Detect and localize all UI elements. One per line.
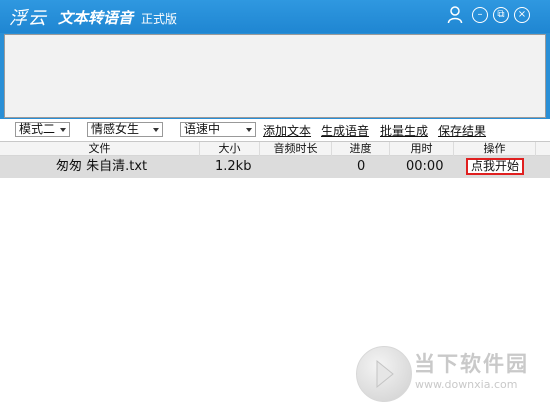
progress-value: 0	[357, 159, 366, 174]
text-input-area[interactable]	[4, 34, 546, 118]
file-name: 匆匆 朱自清.txt	[56, 159, 148, 174]
file-size: 1.2kb	[215, 159, 252, 174]
col-action[interactable]: 操作	[454, 142, 536, 156]
close-button[interactable]: ×	[514, 7, 530, 23]
batch-generate-link[interactable]: 批量生成	[380, 122, 428, 139]
watermark-logo-icon	[356, 346, 412, 402]
watermark-url: www.downxia.com	[415, 378, 518, 391]
voice-select[interactable]: 情感女生	[87, 122, 163, 137]
generate-speech-link[interactable]: 生成语音	[321, 122, 369, 139]
col-size[interactable]: 大小	[200, 142, 260, 156]
voice-select-value: 情感女生	[91, 122, 140, 136]
table-row[interactable]: 匆匆 朱自清.txt 1.2kb 0 00:00 点我开始	[0, 156, 550, 178]
save-result-link[interactable]: 保存结果	[438, 122, 486, 139]
col-progress[interactable]: 进度	[332, 142, 390, 156]
col-duration[interactable]: 音频时长	[260, 142, 332, 156]
chevron-down-icon	[246, 128, 252, 132]
app-logo: 浮云	[9, 8, 47, 29]
start-button[interactable]: 点我开始	[466, 158, 524, 175]
mode-select-value: 模式二	[19, 122, 56, 136]
speed-select[interactable]: 语速中	[180, 122, 256, 137]
add-text-link[interactable]: 添加文本	[263, 122, 311, 139]
chevron-down-icon	[60, 128, 66, 132]
chevron-down-icon	[153, 128, 159, 132]
minimize-button[interactable]: –	[472, 7, 488, 23]
table-header: 文件 大小 音频时长 进度 用时 操作	[0, 141, 550, 156]
restore-button[interactable]: ⧉	[493, 7, 509, 23]
toolbar: 模式二 情感女生 语速中 添加文本 生成语音 批量生成 保存结果	[0, 119, 550, 141]
col-time[interactable]: 用时	[390, 142, 454, 156]
elapsed-time: 00:00	[406, 159, 444, 174]
speed-select-value: 语速中	[184, 122, 221, 136]
user-icon[interactable]	[447, 6, 463, 24]
watermark-brand: 当下软件园	[414, 352, 529, 376]
col-file[interactable]: 文件	[0, 142, 200, 156]
edition-label: 正式版	[141, 12, 178, 26]
app-title: 文本转语音	[58, 9, 134, 27]
mode-select[interactable]: 模式二	[15, 122, 70, 137]
title-bar: 浮云 文本转语音 正式版 – ⧉ ×	[0, 0, 550, 33]
